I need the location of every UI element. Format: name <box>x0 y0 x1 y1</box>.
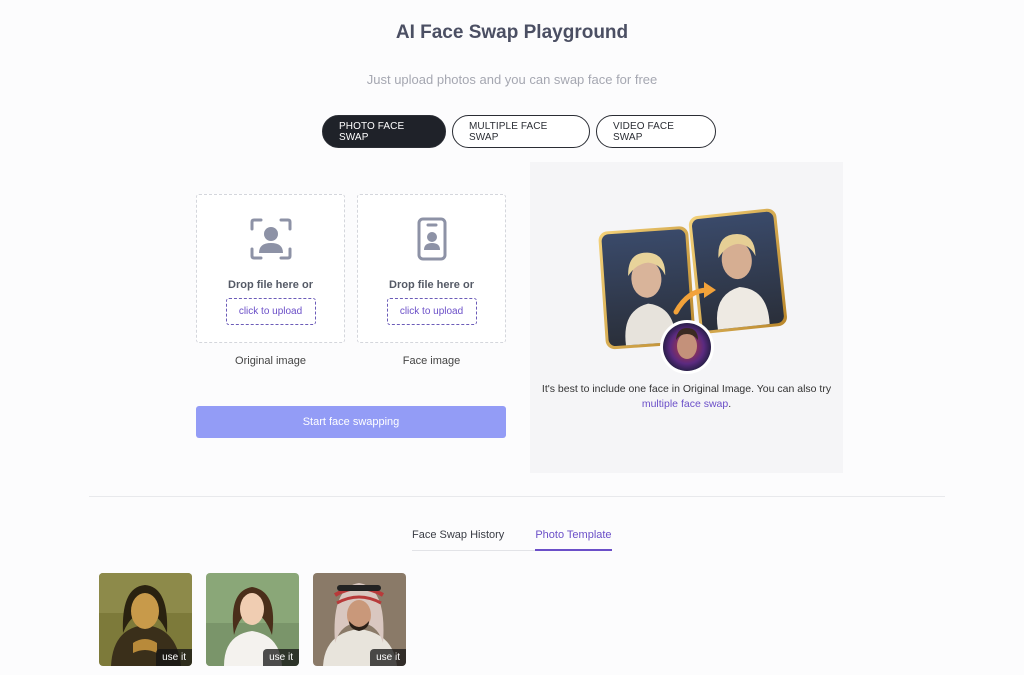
use-it-button[interactable]: use it <box>263 649 299 666</box>
use-it-button[interactable]: use it <box>156 649 192 666</box>
tab-video-face-swap[interactable]: VIDEO FACE SWAP <box>596 115 716 148</box>
tab-photo-face-swap[interactable]: PHOTO FACE SWAP <box>322 115 446 148</box>
start-face-swapping-button[interactable]: Start face swapping <box>196 406 506 438</box>
template-gallery: use it use it use it <box>99 573 406 666</box>
tab-face-swap-history[interactable]: Face Swap History <box>412 529 504 551</box>
tab-multiple-face-swap[interactable]: MULTIPLE FACE SWAP <box>452 115 590 148</box>
original-upload-button[interactable]: click to upload <box>225 298 316 325</box>
page-subtitle: Just upload photos and you can swap face… <box>366 72 658 87</box>
original-image-dropzone[interactable]: Drop file here or click to upload <box>196 194 345 343</box>
drop-file-text: Drop file here or <box>228 279 313 291</box>
preview-caption: It's best to include one face in Origina… <box>530 382 843 412</box>
original-image-label: Original image <box>235 355 306 367</box>
page-title: AI Face Swap Playground <box>395 22 629 43</box>
face-image-dropzone[interactable]: Drop file here or click to upload <box>357 194 506 343</box>
face-image-label: Face image <box>402 355 461 367</box>
face-scan-icon <box>250 218 291 260</box>
example-swap-illustration <box>598 208 787 374</box>
bottom-tabs: Face Swap History Photo Template <box>412 529 612 551</box>
template-woman-portrait[interactable]: use it <box>206 573 299 666</box>
template-man-keffiyeh[interactable]: use it <box>313 573 406 666</box>
template-mona-lisa[interactable]: use it <box>99 573 192 666</box>
preview-caption-text: It's best to include one face in Origina… <box>541 383 832 395</box>
example-preview-panel: It's best to include one face in Origina… <box>530 162 843 473</box>
caption-period: . <box>728 398 732 410</box>
id-badge-icon <box>417 217 446 261</box>
use-it-button[interactable]: use it <box>370 649 406 666</box>
multiple-face-swap-link[interactable]: multiple face swap <box>642 398 728 410</box>
drop-file-text: Drop file here or <box>389 279 474 291</box>
tab-photo-template[interactable]: Photo Template <box>535 529 612 551</box>
swap-mode-tabs: PHOTO FACE SWAP MULTIPLE FACE SWAP VIDEO… <box>322 115 716 148</box>
face-upload-button[interactable]: click to upload <box>386 298 477 325</box>
section-divider <box>89 496 945 497</box>
